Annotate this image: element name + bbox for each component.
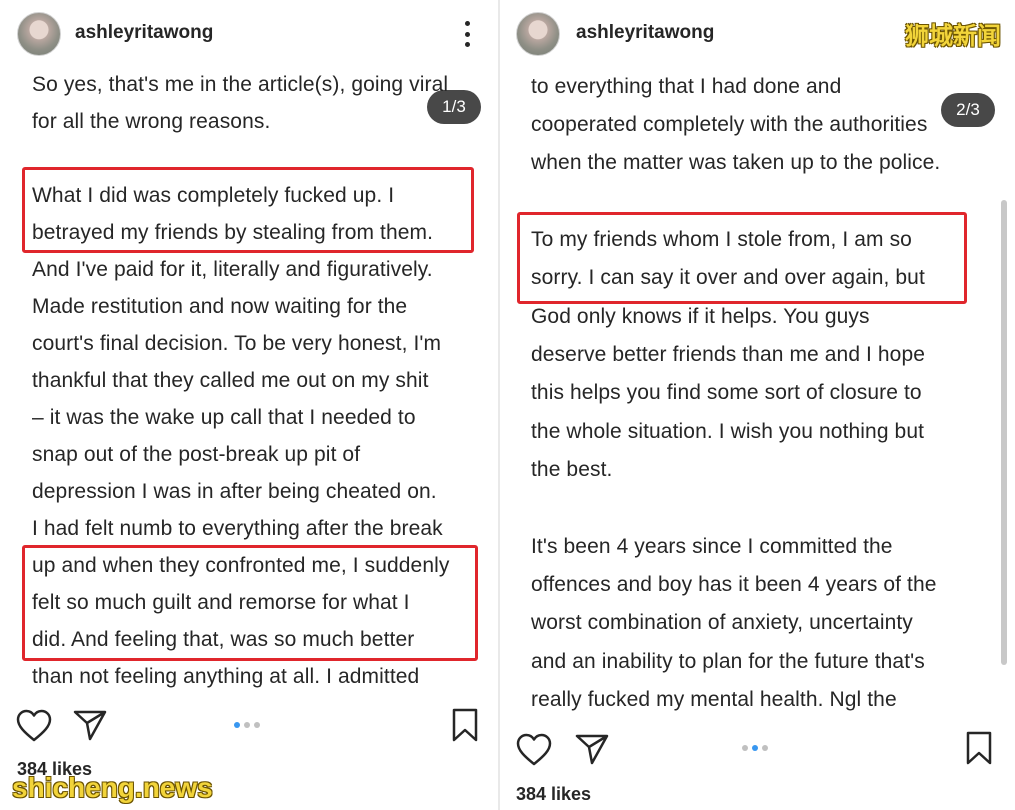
caption-line: So yes, that's me in the article(s), goi… bbox=[32, 73, 449, 96]
carousel-dot bbox=[244, 722, 250, 728]
page-counter: 2/3 bbox=[941, 93, 995, 127]
caption-line: I had felt numb to everything after the … bbox=[32, 517, 443, 540]
caption-line: thankful that they called me out on my s… bbox=[32, 369, 429, 392]
caption-line: depression I was in after being cheated … bbox=[32, 480, 437, 503]
caption-line: for all the wrong reasons. bbox=[32, 110, 271, 133]
highlight-box bbox=[22, 545, 478, 661]
caption-line: the best. bbox=[531, 458, 613, 481]
avatar[interactable] bbox=[516, 12, 560, 56]
highlight-box bbox=[517, 212, 967, 304]
post-panel-left: ashleyritawong So yes, that's me in the … bbox=[0, 0, 500, 810]
watermark: shicheng.news bbox=[12, 772, 213, 803]
caption-line: It's been 4 years since I committed the bbox=[531, 535, 893, 558]
heart-icon[interactable] bbox=[16, 709, 52, 743]
bookmark-icon[interactable] bbox=[452, 708, 478, 742]
avatar[interactable] bbox=[17, 12, 61, 56]
carousel-dot bbox=[742, 745, 748, 751]
bookmark-icon[interactable] bbox=[966, 731, 992, 765]
more-vertical-icon[interactable] bbox=[462, 21, 472, 47]
caption-line: court's final decision. To be very hones… bbox=[32, 332, 442, 355]
caption-line: cooperated completely with the authoriti… bbox=[531, 113, 928, 136]
caption-line: snap out of the post-break up pit of bbox=[32, 443, 361, 466]
highlight-box bbox=[22, 167, 474, 253]
carousel-dot bbox=[762, 745, 768, 751]
carousel-dot bbox=[254, 722, 260, 728]
send-icon[interactable] bbox=[575, 733, 609, 765]
carousel-dot bbox=[752, 745, 758, 751]
caption-line: – it was the wake up call that I needed … bbox=[32, 406, 416, 429]
caption-line: God only knows if it helps. You guys bbox=[531, 305, 870, 328]
caption-line: this helps you find some sort of closure… bbox=[531, 381, 922, 404]
send-icon[interactable] bbox=[73, 709, 107, 741]
caption-line: when the matter was taken up to the poli… bbox=[531, 151, 941, 174]
caption-line: really fucked my mental health. Ngl the bbox=[531, 688, 897, 711]
caption-line: and an inability to plan for the future … bbox=[531, 650, 925, 673]
caption-line: worst combination of anxiety, uncertaint… bbox=[531, 611, 913, 634]
caption-line: than not feeling anything at all. I admi… bbox=[32, 665, 420, 688]
likes-count[interactable]: 384 likes bbox=[516, 784, 591, 805]
page-counter: 1/3 bbox=[427, 90, 481, 124]
caption-line: to everything that I had done and bbox=[531, 75, 842, 98]
carousel-dots bbox=[234, 722, 260, 728]
username[interactable]: ashleyritawong bbox=[576, 22, 714, 44]
carousel-dot bbox=[234, 722, 240, 728]
caption-line: Made restitution and now waiting for the bbox=[32, 295, 408, 318]
username[interactable]: ashleyritawong bbox=[75, 22, 213, 44]
scrollbar[interactable] bbox=[1001, 200, 1007, 665]
watermark: 狮城新闻 bbox=[905, 23, 1001, 50]
heart-icon[interactable] bbox=[516, 733, 552, 767]
caption-line: offences and boy has it been 4 years of … bbox=[531, 573, 937, 596]
caption-line: deserve better friends than me and I hop… bbox=[531, 343, 926, 366]
caption-line: And I've paid for it, literally and figu… bbox=[32, 258, 433, 281]
post-panel-right: ashleyritawong to everything that I had … bbox=[500, 0, 1015, 810]
carousel-dots bbox=[742, 745, 768, 751]
caption-line: the whole situation. I wish you nothing … bbox=[531, 420, 925, 443]
